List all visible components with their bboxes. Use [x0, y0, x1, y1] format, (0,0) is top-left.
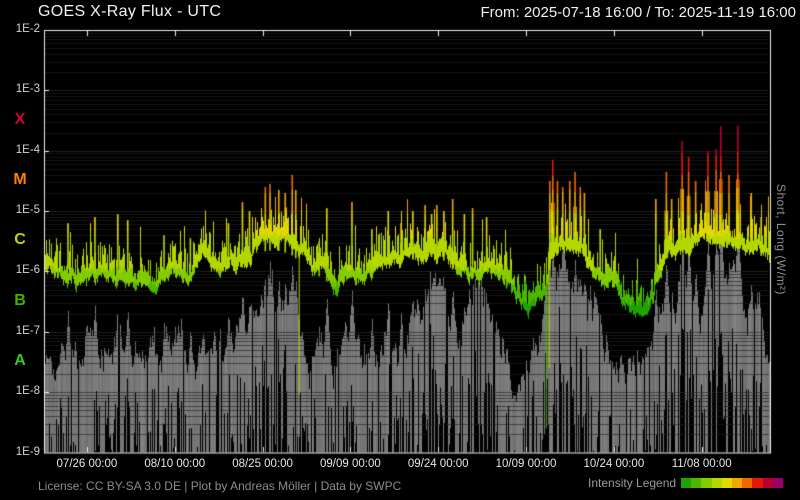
- legend-swatch: [763, 478, 773, 488]
- legend-swatch: [773, 478, 783, 488]
- x-tick-label: 10/09 00:00: [476, 458, 576, 470]
- x-tick-label: 11/08 00:00: [652, 458, 752, 470]
- flare-class-label-x: X: [0, 111, 40, 129]
- license-credit: License: CC BY-SA 3.0 DE | Plot by Andre…: [38, 479, 401, 493]
- y-tick-label: 1E-6: [0, 264, 40, 276]
- y-tick-label: 1E-4: [0, 144, 40, 156]
- y-tick-label: 1E-2: [0, 23, 40, 35]
- x-tick-label: 07/26 00:00: [37, 458, 137, 470]
- x-tick-label: 10/24 00:00: [564, 458, 664, 470]
- legend-swatch: [681, 478, 691, 488]
- flare-class-label-a: A: [0, 352, 40, 370]
- right-axis-label: Short, Long (W/m²): [774, 184, 788, 295]
- x-tick-label: 08/25 00:00: [213, 458, 313, 470]
- legend-swatch: [691, 478, 701, 488]
- intensity-legend: Intensity Legend: [588, 476, 783, 490]
- flare-class-label-b: B: [0, 292, 40, 310]
- legend-swatch: [742, 478, 752, 488]
- legend-swatch: [712, 478, 722, 488]
- legend-swatch: [752, 478, 762, 488]
- goes-xray-flux-chart: GOES X-Ray Flux - UTC From: 2025-07-18 1…: [0, 0, 800, 500]
- legend-swatch: [732, 478, 742, 488]
- y-tick-label: 1E-3: [0, 83, 40, 95]
- flare-class-label-c: C: [0, 231, 40, 249]
- time-range-label: From: 2025-07-18 16:00 / To: 2025-11-19 …: [481, 4, 797, 21]
- y-tick-label: 1E-5: [0, 204, 40, 216]
- flux-plot-canvas: [0, 0, 800, 500]
- y-tick-label: 1E-8: [0, 385, 40, 397]
- chart-title: GOES X-Ray Flux - UTC: [38, 3, 221, 21]
- legend-swatch: [701, 478, 711, 488]
- x-tick-label: 09/24 00:00: [388, 458, 488, 470]
- x-tick-label: 08/10 00:00: [125, 458, 225, 470]
- legend-swatch: [722, 478, 732, 488]
- flare-class-label-m: M: [0, 171, 40, 189]
- intensity-legend-bar: [681, 478, 783, 488]
- x-tick-label: 09/09 00:00: [300, 458, 400, 470]
- y-tick-label: 1E-7: [0, 325, 40, 337]
- intensity-legend-label: Intensity Legend: [588, 476, 676, 490]
- y-tick-label: 1E-9: [0, 446, 40, 458]
